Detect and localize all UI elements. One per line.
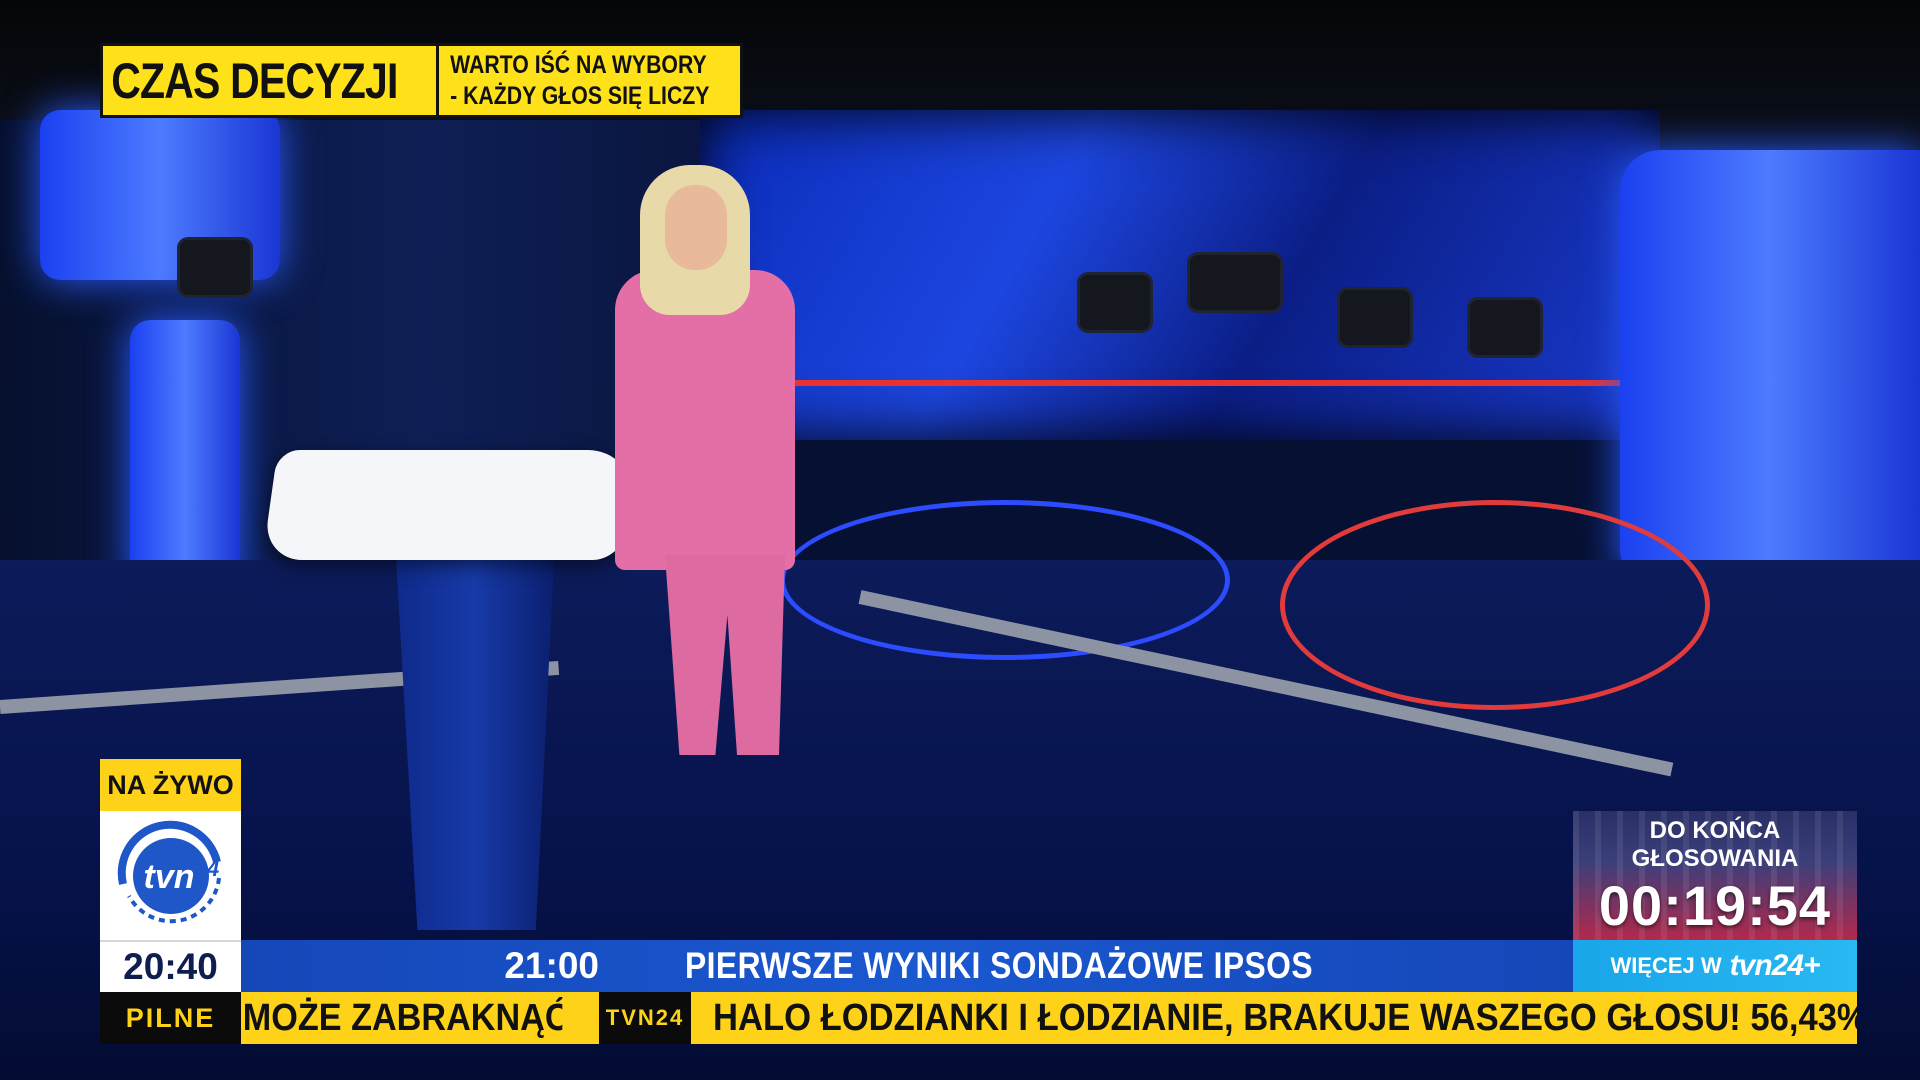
presenter-desk-base xyxy=(395,540,555,930)
presenter-desk xyxy=(262,450,638,560)
countdown-label: DO KOŃCA GŁOSOWANIA xyxy=(1573,817,1857,873)
headline-subtitle-line1: WARTO IŚĆ NA WYBORY xyxy=(450,50,707,79)
studio-column-left xyxy=(130,320,240,600)
ticker-channel-tag: TVN24 xyxy=(599,992,691,1044)
studio-column-right xyxy=(1620,150,1920,590)
presenter-face xyxy=(665,185,727,270)
tvn24plus-logo-icon: tvn24+ xyxy=(1729,949,1821,982)
presenter xyxy=(615,270,795,570)
svg-text:24: 24 xyxy=(193,856,218,881)
live-badge: NA ŻYWO xyxy=(100,759,241,811)
video-wall-stripe xyxy=(700,380,1660,386)
floor-ring-blue xyxy=(780,500,1230,660)
breaking-label: PILNE xyxy=(100,992,241,1044)
headline-divider xyxy=(436,46,440,115)
countdown-label-line2: GŁOSOWANIA xyxy=(1631,845,1799,872)
countdown-label-line1: DO KOŃCA xyxy=(1649,817,1781,844)
more-on-tvn24plus-link[interactable]: WIĘCEJ W tvn24+ xyxy=(1573,940,1857,992)
current-time: 20:40 xyxy=(100,940,241,992)
more-link-label: WIĘCEJ W xyxy=(1610,953,1722,978)
news-ticker: MOŻE ZABRAKNĄĆ TVN24 HALO ŁODZIANKI I ŁO… xyxy=(241,992,1857,1044)
schedule-time: 21:00 xyxy=(504,945,599,986)
countdown-timer: 00:19:54 xyxy=(1598,874,1832,937)
ticker-previous-text: MOŻE ZABRAKNĄĆ xyxy=(242,996,563,1039)
svg-text:tvn: tvn xyxy=(143,858,194,896)
studio-lamp xyxy=(1470,300,1540,355)
studio-lamp xyxy=(180,240,250,295)
voting-countdown: DO KOŃCA GŁOSOWANIA 00:19:54 xyxy=(1573,811,1857,940)
ticker-current-text: HALO ŁODZIANKI I ŁODZIANIE, BRAKUJE WASZ… xyxy=(713,996,1857,1039)
headline-title: CZAS DECYZJI xyxy=(111,52,398,109)
studio-video-wall xyxy=(700,110,1660,440)
studio-lamp xyxy=(1190,255,1280,310)
headline-subtitle-line2: - KAŻDY GŁOS SIĘ LICZY xyxy=(450,81,710,110)
headline-subtitle: WARTO IŚĆ NA WYBORY - KAŻDY GŁOS SIĘ LIC… xyxy=(445,46,721,115)
schedule-title: PIERWSZE WYNIKI SONDAŻOWE IPSOS xyxy=(685,945,1313,986)
floor-ring-red xyxy=(1280,500,1710,710)
headline-banner: CZAS DECYZJI WARTO IŚĆ NA WYBORY - KAŻDY… xyxy=(100,43,744,118)
channel-logo: tvn 24 xyxy=(100,811,241,940)
studio-lamp xyxy=(1080,275,1150,330)
tvn24-logo-icon: tvn 24 xyxy=(114,819,227,932)
schedule-bar: 21:00 PIERWSZE WYNIKI SONDAŻOWE IPSOS xyxy=(241,940,1573,992)
studio-lamp xyxy=(1340,290,1410,345)
